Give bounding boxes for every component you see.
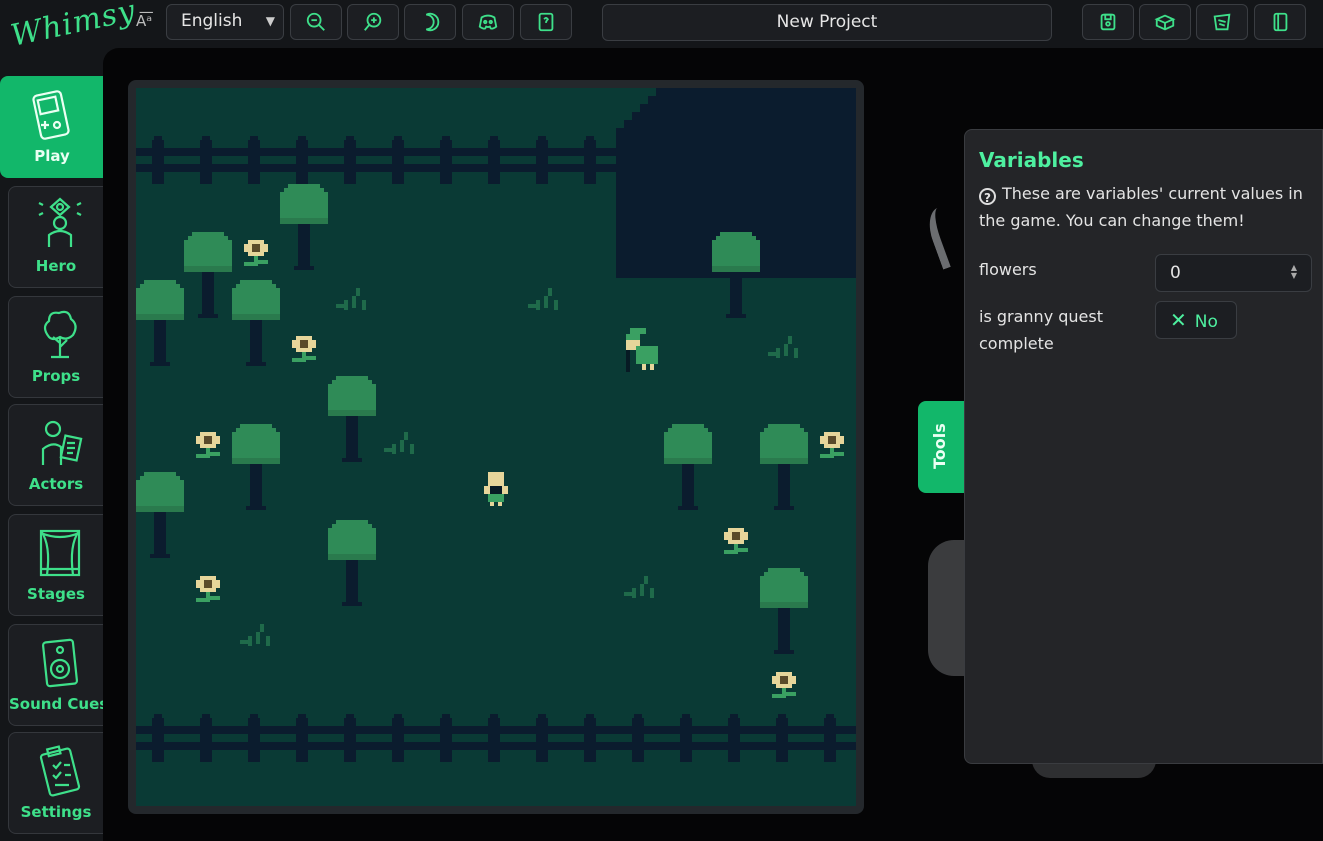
hero-icon <box>38 197 82 247</box>
number-value: 0 <box>1170 263 1181 283</box>
sidebar-item-label: Settings <box>20 803 92 821</box>
speaker-icon <box>41 638 79 688</box>
grass-tuft <box>624 576 654 598</box>
flower <box>196 432 220 458</box>
moon-icon <box>425 12 440 32</box>
flower-group <box>196 240 844 698</box>
open-button[interactable] <box>1196 4 1248 40</box>
sidebar-item-label: Props <box>31 367 81 385</box>
tree <box>760 568 808 654</box>
flower <box>292 336 316 362</box>
help-text-content: These are variables' current values in t… <box>979 184 1303 230</box>
grass-tuft <box>768 336 798 358</box>
tree <box>184 232 232 318</box>
sidebar-item-label: Play <box>34 147 70 165</box>
zoom-out-button[interactable] <box>290 4 342 40</box>
language-value: English <box>181 11 243 31</box>
sidebar-item-play[interactable]: Play <box>0 76 103 178</box>
x-icon: ✕ <box>1170 308 1187 332</box>
tree <box>136 472 184 558</box>
file-icon <box>1273 12 1288 32</box>
grass-tuft <box>384 432 414 454</box>
fence <box>136 714 856 762</box>
flower <box>196 576 220 602</box>
variable-label: is granny quest complete <box>979 307 1103 353</box>
sidebar-item-actors[interactable]: Actors <box>8 404 103 506</box>
tree <box>328 376 376 462</box>
sidebar-item-sound-cues[interactable]: Sound Cues <box>8 624 103 726</box>
actor-icon <box>41 420 83 465</box>
tree-icon <box>43 310 77 359</box>
chevron-down-icon: ▼ <box>265 14 275 28</box>
tools-tab[interactable]: Tools <box>918 401 965 493</box>
zoom-out-icon <box>306 12 325 31</box>
sidebar-item-props[interactable]: Props <box>8 296 103 398</box>
grass-group <box>240 288 798 646</box>
sidebar-item-label: Hero <box>35 257 77 275</box>
granny-quest-toggle[interactable]: ✕ No <box>1155 301 1237 339</box>
fence <box>136 136 616 184</box>
grass-tuft <box>528 288 558 310</box>
tree <box>136 280 184 366</box>
game-frame <box>128 80 864 814</box>
clipboard-icon <box>39 745 81 797</box>
export-button[interactable] <box>1139 4 1191 40</box>
gameboy-icon <box>32 90 70 140</box>
sidebar-item-stages[interactable]: Stages <box>8 514 103 616</box>
zoom-in-icon <box>364 12 382 31</box>
flower <box>772 672 796 698</box>
sidebar-item-settings[interactable]: Settings <box>8 732 103 834</box>
variable-label: flowers <box>979 260 1037 279</box>
flower <box>820 432 844 458</box>
top-bar: Whimsy A͞ᵃ English ▼ New Project <box>0 0 1323 54</box>
variables-panel: Variables ? These are variables' current … <box>964 129 1323 764</box>
grass-tuft <box>336 288 366 310</box>
book-icon <box>538 12 554 32</box>
save-icon <box>1100 13 1116 31</box>
panel-title: Variables <box>979 148 1084 172</box>
app-logo[interactable]: Whimsy <box>8 0 139 54</box>
sidebar-item-label: Stages <box>27 585 85 603</box>
tree <box>232 280 280 366</box>
tree <box>280 184 328 270</box>
question-icon: ? <box>979 188 996 205</box>
game-scene <box>136 88 856 762</box>
language-select[interactable]: English ▼ <box>166 4 284 40</box>
folder-icon <box>1213 13 1231 31</box>
tree <box>760 424 808 510</box>
sidebar-item-label: Sound Cues <box>9 695 103 713</box>
new-button[interactable] <box>1254 4 1306 40</box>
flower <box>244 240 268 266</box>
granny-sprite <box>626 328 658 372</box>
discord-button[interactable] <box>462 4 514 40</box>
sidebar-item-hero[interactable]: Hero <box>8 186 103 288</box>
tree <box>664 424 712 510</box>
tree <box>328 520 376 606</box>
tools-tab-label: Tools <box>930 423 949 469</box>
flower <box>724 528 748 554</box>
tree <box>232 424 280 510</box>
flowers-number-input[interactable]: 0 ▲ ▼ <box>1155 254 1312 292</box>
zoom-in-button[interactable] <box>347 4 399 40</box>
box-icon <box>1154 14 1176 31</box>
help-button[interactable] <box>520 4 572 40</box>
spinner-icon[interactable]: ▲ ▼ <box>1291 264 1297 280</box>
save-button[interactable] <box>1082 4 1134 40</box>
project-name-field[interactable]: New Project <box>602 4 1052 41</box>
hero-sprite <box>484 472 508 506</box>
game-canvas[interactable] <box>136 88 856 806</box>
theme-button[interactable] <box>404 4 456 40</box>
translate-icon: A͞ᵃ <box>136 12 153 30</box>
grass-tuft <box>240 624 270 646</box>
stage-icon <box>39 529 81 577</box>
help-text: ? These are variables' current values in … <box>979 180 1308 234</box>
discord-icon <box>478 14 498 30</box>
toggle-value: No <box>1194 312 1218 332</box>
sidebar-item-label: Actors <box>28 475 84 493</box>
